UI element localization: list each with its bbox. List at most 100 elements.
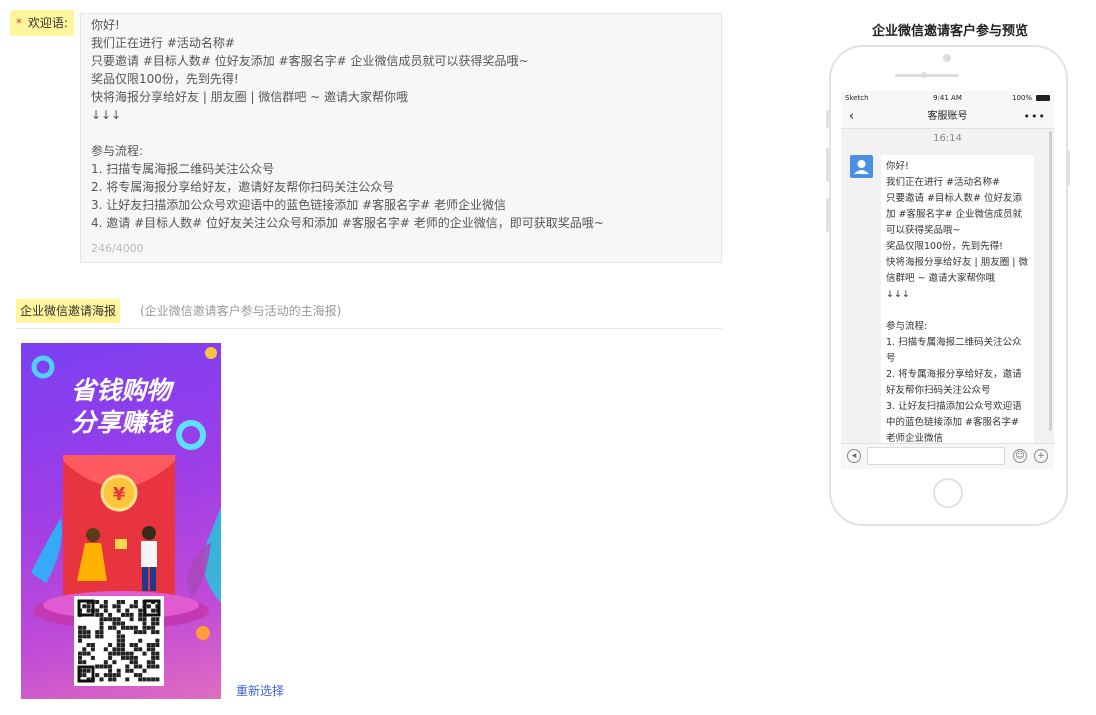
- qr-cell: [86, 651, 91, 656]
- qr-cell: [151, 664, 156, 669]
- phone-side-button: [826, 198, 829, 232]
- chat-input[interactable]: [867, 447, 1005, 465]
- phone-speaker: [895, 74, 959, 77]
- qr-cell: [86, 608, 91, 613]
- qr-cell: [151, 655, 156, 660]
- qr-cell: [142, 668, 147, 673]
- message-bubble: 你好! 我们正在进行 #活动名称# 只要邀请 #目标人数# 位好友添加 #客服名…: [881, 155, 1034, 445]
- qr-cell: [155, 651, 160, 656]
- qr-cell: [155, 643, 160, 647]
- qr-cell: [108, 673, 113, 678]
- qr-cell: [133, 655, 138, 660]
- plus-icon[interactable]: +: [1034, 449, 1048, 463]
- qr-cell: [112, 660, 117, 665]
- deco-ring: [31, 355, 55, 379]
- gift-icon: [115, 539, 127, 549]
- qr-cell: [95, 673, 100, 678]
- deco-ring: [176, 420, 206, 450]
- phone-screen: Sketch 9:41 AM 100% ‹ 客服账号 ••• 16:14 你好!…: [841, 91, 1054, 469]
- qr-cell: [82, 647, 87, 652]
- message-text: 你好! 我们正在进行 #活动名称# 只要邀请 #目标人数# 位好友添加 #客服名…: [886, 161, 1028, 444]
- qr-cell: [146, 660, 151, 665]
- qr-cell: [108, 643, 113, 647]
- qr-cell: [112, 621, 117, 626]
- person-right-leg: [150, 567, 156, 591]
- person-right-head: [142, 526, 156, 540]
- qr-cell: [99, 625, 104, 630]
- phone-camera: [943, 54, 951, 62]
- phone-side-button: [1067, 150, 1070, 186]
- qr-cell: [151, 617, 156, 622]
- qr-cell: [151, 625, 156, 630]
- qr-cell: [133, 660, 138, 665]
- qr-cell: [116, 608, 121, 613]
- qr-cell: [129, 668, 134, 673]
- qr-cell: [151, 630, 156, 635]
- qr-cell: [138, 630, 143, 635]
- qr-cell: [108, 655, 113, 660]
- welcome-label: * 欢迎语:: [10, 10, 74, 36]
- chevron-left-icon[interactable]: ‹: [849, 105, 854, 129]
- qr-cell: [99, 634, 104, 639]
- home-button[interactable]: [933, 478, 963, 508]
- qr-cell: [138, 617, 143, 622]
- qr-cell: [142, 617, 147, 622]
- qr-cell: [103, 647, 108, 652]
- qr-cell: [125, 655, 130, 660]
- reselect-link[interactable]: 重新选择: [236, 682, 284, 699]
- avatar: [850, 155, 873, 178]
- qr-cell: [99, 612, 104, 617]
- emoji-icon[interactable]: ☺: [1013, 449, 1027, 463]
- qr-cell: [155, 655, 160, 660]
- qr-cell: [129, 660, 134, 665]
- qr-cell: [78, 625, 82, 630]
- qr-cell: [129, 625, 134, 630]
- voice-icon[interactable]: ◂: [847, 449, 861, 463]
- qr-cell: [95, 634, 100, 639]
- qr-cell: [108, 651, 113, 656]
- welcome-text[interactable]: 你好! 我们正在进行 #活动名称# 只要邀请 #目标人数# 位好友添加 #客服名…: [91, 16, 711, 232]
- more-icon[interactable]: •••: [1024, 105, 1046, 129]
- qr-cell: [82, 630, 87, 635]
- qr-cell: [90, 643, 95, 647]
- qr-cell: [142, 630, 147, 635]
- qr-cell: [129, 651, 134, 656]
- qr-cell: [155, 664, 160, 669]
- qr-cell: [151, 660, 156, 665]
- chat-scrollbar[interactable]: [1049, 131, 1052, 431]
- qr-cell: [146, 647, 151, 652]
- qr-cell: [86, 634, 91, 639]
- qr-cell: [82, 660, 87, 665]
- qr-cell: [129, 612, 134, 617]
- qr-cell: [129, 655, 134, 660]
- qr-cell: [116, 668, 121, 673]
- qr-cell: [121, 643, 125, 647]
- poster-image: ¥ 省钱购物 分享赚钱: [21, 343, 221, 699]
- qr-cell: [78, 651, 82, 656]
- qr-cell: [99, 604, 104, 609]
- qr-cell: [155, 630, 160, 635]
- person-right-leg: [142, 567, 148, 591]
- deco-leaf: [31, 518, 62, 583]
- qr-cell: [129, 604, 134, 609]
- qr-cell: [129, 617, 134, 622]
- qr-cell: [112, 647, 117, 652]
- qr-cell: [78, 634, 82, 639]
- qr-cell: [146, 677, 151, 682]
- qr-cell: [138, 612, 143, 617]
- qr-cell: [95, 600, 100, 604]
- qr-cell: [95, 608, 100, 613]
- qr-cell: [146, 664, 151, 669]
- welcome-textarea[interactable]: 你好! 我们正在进行 #活动名称# 只要邀请 #目标人数# 位好友添加 #客服名…: [80, 13, 722, 263]
- qr-cell: [99, 677, 104, 682]
- qr-cell: [112, 604, 117, 609]
- qr-cell: [103, 608, 108, 613]
- qr-cell: [95, 664, 100, 669]
- qr-cell: [78, 638, 82, 643]
- qr-cell: [116, 651, 121, 656]
- person-right-shirt: [141, 541, 157, 567]
- poster-graphic: ¥ 省钱购物 分享赚钱: [31, 347, 221, 686]
- qr-cell: [116, 638, 121, 643]
- qr-cell: [95, 630, 100, 635]
- qr-cell: [116, 634, 121, 639]
